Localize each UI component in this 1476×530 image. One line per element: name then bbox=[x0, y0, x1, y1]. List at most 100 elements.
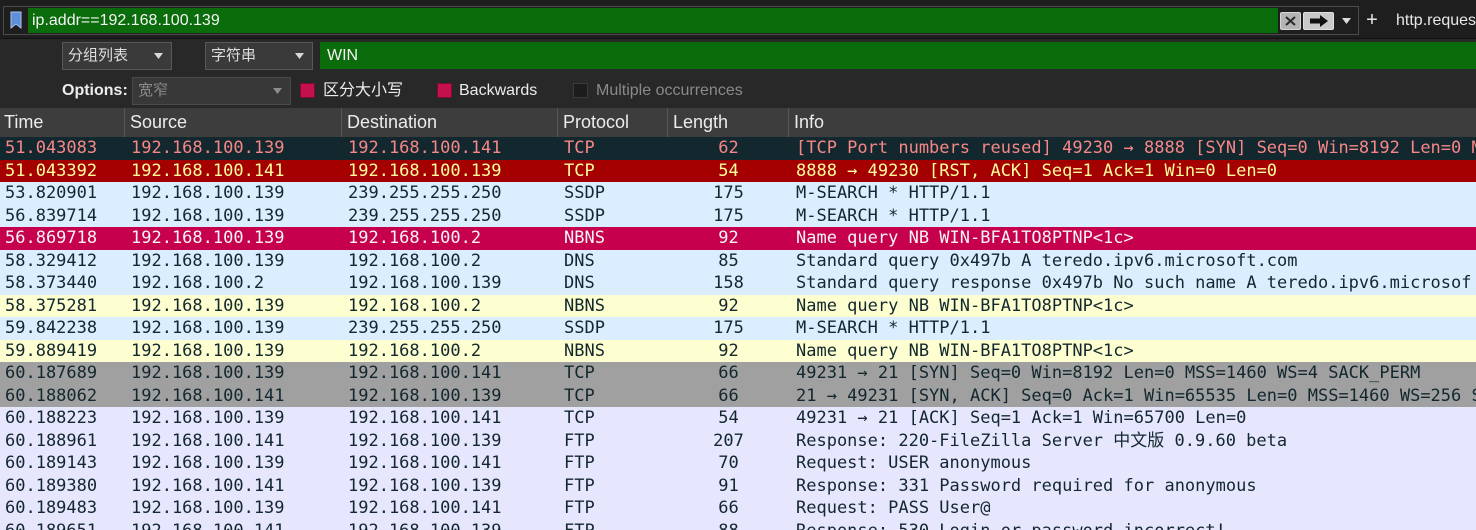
length-cell[interactable]: 175 bbox=[668, 205, 789, 228]
protocol-cell[interactable]: TCP bbox=[558, 160, 668, 183]
packet-row[interactable]: 60.189651192.168.100.141192.168.100.139F… bbox=[0, 519, 1476, 530]
destination-cell[interactable]: 239.255.255.250 bbox=[342, 205, 558, 228]
protocol-cell[interactable]: TCP bbox=[558, 407, 668, 430]
multiple-occurrences-label[interactable]: Multiple occurrences bbox=[596, 80, 743, 102]
info-cell[interactable]: Response: 220-FileZilla Server 中文版 0.9.6… bbox=[789, 430, 1476, 453]
destination-cell[interactable]: 192.168.100.139 bbox=[342, 272, 558, 295]
protocol-cell[interactable]: FTP bbox=[558, 497, 668, 520]
packet-row[interactable]: 60.189483 192.168.100.139 192.168.100.141 F… bbox=[0, 497, 1476, 520]
case-sensitive-checkbox[interactable] bbox=[300, 83, 315, 98]
time-cell[interactable]: 53.820901 bbox=[0, 182, 125, 205]
length-cell[interactable]: 88 bbox=[668, 520, 789, 530]
info-cell[interactable]: M-SEARCH * HTTP/1.1 bbox=[789, 182, 1476, 205]
column-header-protocol[interactable]: Protocol bbox=[558, 108, 668, 137]
packet-row[interactable]: 59.889419 192.168.100.139 192.168.100.2 NBN… bbox=[0, 339, 1476, 363]
packet-row[interactable]: 58.373440 192.168.100.2 192.168.100.139 DNS… bbox=[0, 272, 1476, 295]
info-cell[interactable]: 49231 → 21 [SYN] Seq=0 Win=8192 Len=0 MS… bbox=[789, 362, 1476, 385]
length-cell[interactable]: 92 bbox=[668, 227, 789, 250]
protocol-cell[interactable]: TCP bbox=[558, 385, 668, 408]
destination-cell[interactable]: 192.168.100.141 bbox=[342, 452, 558, 475]
length-cell[interactable]: 158 bbox=[668, 272, 789, 295]
destination-cell[interactable]: 192.168.100.141 bbox=[342, 137, 558, 160]
destination-cell[interactable]: 192.168.100.141 bbox=[342, 497, 558, 520]
time-cell[interactable]: 58.373440 bbox=[0, 272, 125, 295]
time-cell[interactable]: 60.189380 bbox=[0, 475, 125, 498]
source-cell[interactable]: 192.168.100.139 bbox=[125, 227, 342, 250]
destination-cell[interactable]: 192.168.100.139 bbox=[342, 475, 558, 498]
packet-row[interactable]: 59.842238 192.168.100.139 239.255.255.250 S… bbox=[0, 317, 1476, 340]
time-cell[interactable]: 59.842238 bbox=[0, 317, 125, 340]
protocol-cell[interactable]: FTP bbox=[558, 430, 668, 453]
time-cell[interactable]: 60.189483 bbox=[0, 497, 125, 520]
time-cell[interactable]: 56.839714 bbox=[0, 205, 125, 228]
search-in-dropdown[interactable]: 分组列表 bbox=[62, 42, 172, 70]
packet-row[interactable]: 60.189143 192.168.100.139 192.168.100.141 F… bbox=[0, 452, 1476, 475]
info-cell[interactable]: 21 → 49231 [SYN, ACK] Seq=0 Ack=1 Win=65… bbox=[789, 385, 1476, 408]
destination-cell[interactable]: 192.168.100.2 bbox=[342, 227, 558, 250]
length-cell[interactable]: 91 bbox=[668, 475, 789, 498]
column-header-info[interactable]: Info bbox=[789, 108, 1476, 137]
info-cell[interactable]: M-SEARCH * HTTP/1.1 bbox=[789, 317, 1476, 340]
packet-row[interactable]: 51.043083 192.168.100.139 192.168.100.141 T… bbox=[0, 137, 1476, 160]
packet-row[interactable]: 56.839714 192.168.100.139 239.255.255.250 S… bbox=[0, 204, 1476, 228]
protocol-cell[interactable]: NBNS bbox=[558, 340, 668, 363]
time-cell[interactable]: 56.869718 bbox=[0, 227, 125, 250]
time-cell[interactable]: 60.189651 bbox=[0, 520, 125, 530]
length-cell[interactable]: 175 bbox=[668, 182, 789, 205]
column-header-length[interactable]: Length bbox=[668, 108, 789, 137]
clear-filter-button[interactable] bbox=[1280, 12, 1301, 30]
protocol-cell[interactable]: NBNS bbox=[558, 295, 668, 318]
info-cell[interactable]: Standard query 0x497b A teredo.ipv6.micr… bbox=[789, 250, 1476, 273]
protocol-cell[interactable]: SSDP bbox=[558, 317, 668, 340]
protocol-cell[interactable]: SSDP bbox=[558, 205, 668, 228]
destination-cell[interactable]: 192.168.100.141 bbox=[342, 362, 558, 385]
info-cell[interactable]: Name query NB WIN-BFA1TO8PTNP<1c> bbox=[789, 340, 1476, 363]
protocol-cell[interactable]: DNS bbox=[558, 250, 668, 273]
packet-row[interactable]: 60.189380 192.168.100.141 192.168.100.139 F… bbox=[0, 474, 1476, 498]
length-cell[interactable]: 66 bbox=[668, 385, 789, 408]
source-cell[interactable]: 192.168.100.141 bbox=[125, 160, 342, 183]
length-cell[interactable]: 66 bbox=[668, 362, 789, 385]
info-cell[interactable]: 8888 → 49230 [RST, ACK] Seq=1 Ack=1 Win=… bbox=[789, 160, 1476, 183]
packet-row[interactable]: 60.188062 192.168.100.141 192.168.100.139 T… bbox=[0, 384, 1476, 408]
length-cell[interactable]: 207 bbox=[668, 430, 789, 453]
source-cell[interactable]: 192.168.100.139 bbox=[125, 295, 342, 318]
destination-cell[interactable]: 192.168.100.139 bbox=[342, 520, 558, 530]
character-width-dropdown[interactable]: 宽窄 bbox=[132, 77, 291, 105]
packet-row[interactable]: 56.869718 192.168.100.139 192.168.100.2 NBN… bbox=[0, 227, 1476, 250]
packet-row[interactable]: 58.329412 192.168.100.139 192.168.100.2 DNS… bbox=[0, 249, 1476, 273]
find-input[interactable] bbox=[320, 42, 1476, 69]
recent-filters-button[interactable] bbox=[1338, 12, 1354, 30]
length-cell[interactable]: 92 bbox=[668, 295, 789, 318]
display-filter-input[interactable] bbox=[28, 8, 1278, 33]
apply-filter-button[interactable] bbox=[1303, 12, 1334, 30]
backwards-checkbox[interactable] bbox=[437, 83, 452, 98]
packet-row[interactable]: 58.375281 192.168.100.139 192.168.100.2 NBN… bbox=[0, 294, 1476, 318]
packet-row[interactable]: 60.188961 192.168.100.141 192.168.100.139 F… bbox=[0, 429, 1476, 453]
time-cell[interactable]: 58.375281 bbox=[0, 295, 125, 318]
info-cell[interactable]: 49231 → 21 [ACK] Seq=1 Ack=1 Win=65700 L… bbox=[789, 407, 1476, 430]
packet-row[interactable]: 51.043392 192.168.100.141 192.168.100.139 T… bbox=[0, 159, 1476, 183]
destination-cell[interactable]: 192.168.100.2 bbox=[342, 250, 558, 273]
destination-cell[interactable]: 192.168.100.139 bbox=[342, 385, 558, 408]
search-type-dropdown[interactable]: 字符串 bbox=[205, 42, 313, 70]
time-cell[interactable]: 60.187689 bbox=[0, 362, 125, 385]
destination-cell[interactable]: 192.168.100.2 bbox=[342, 295, 558, 318]
source-cell[interactable]: 192.168.100.139 bbox=[125, 137, 342, 160]
protocol-cell[interactable]: NBNS bbox=[558, 227, 668, 250]
protocol-cell[interactable]: TCP bbox=[558, 362, 668, 385]
source-cell[interactable]: 192.168.100.141 bbox=[125, 430, 342, 453]
protocol-cell[interactable]: DNS bbox=[558, 272, 668, 295]
length-cell[interactable]: 175 bbox=[668, 317, 789, 340]
destination-cell[interactable]: 192.168.100.139 bbox=[342, 160, 558, 183]
source-cell[interactable]: 192.168.100.139 bbox=[125, 340, 342, 363]
time-cell[interactable]: 60.188223 bbox=[0, 407, 125, 430]
length-cell[interactable]: 62 bbox=[668, 137, 789, 160]
destination-cell[interactable]: 192.168.100.2 bbox=[342, 340, 558, 363]
source-cell[interactable]: 192.168.100.139 bbox=[125, 362, 342, 385]
packet-row[interactable]: 60.188223 192.168.100.139 192.168.100.141 T… bbox=[0, 407, 1476, 430]
length-cell[interactable]: 54 bbox=[668, 407, 789, 430]
protocol-cell[interactable]: FTP bbox=[558, 475, 668, 498]
info-cell[interactable]: Standard query response 0x497b No such n… bbox=[789, 272, 1476, 295]
protocol-cell[interactable]: SSDP bbox=[558, 182, 668, 205]
